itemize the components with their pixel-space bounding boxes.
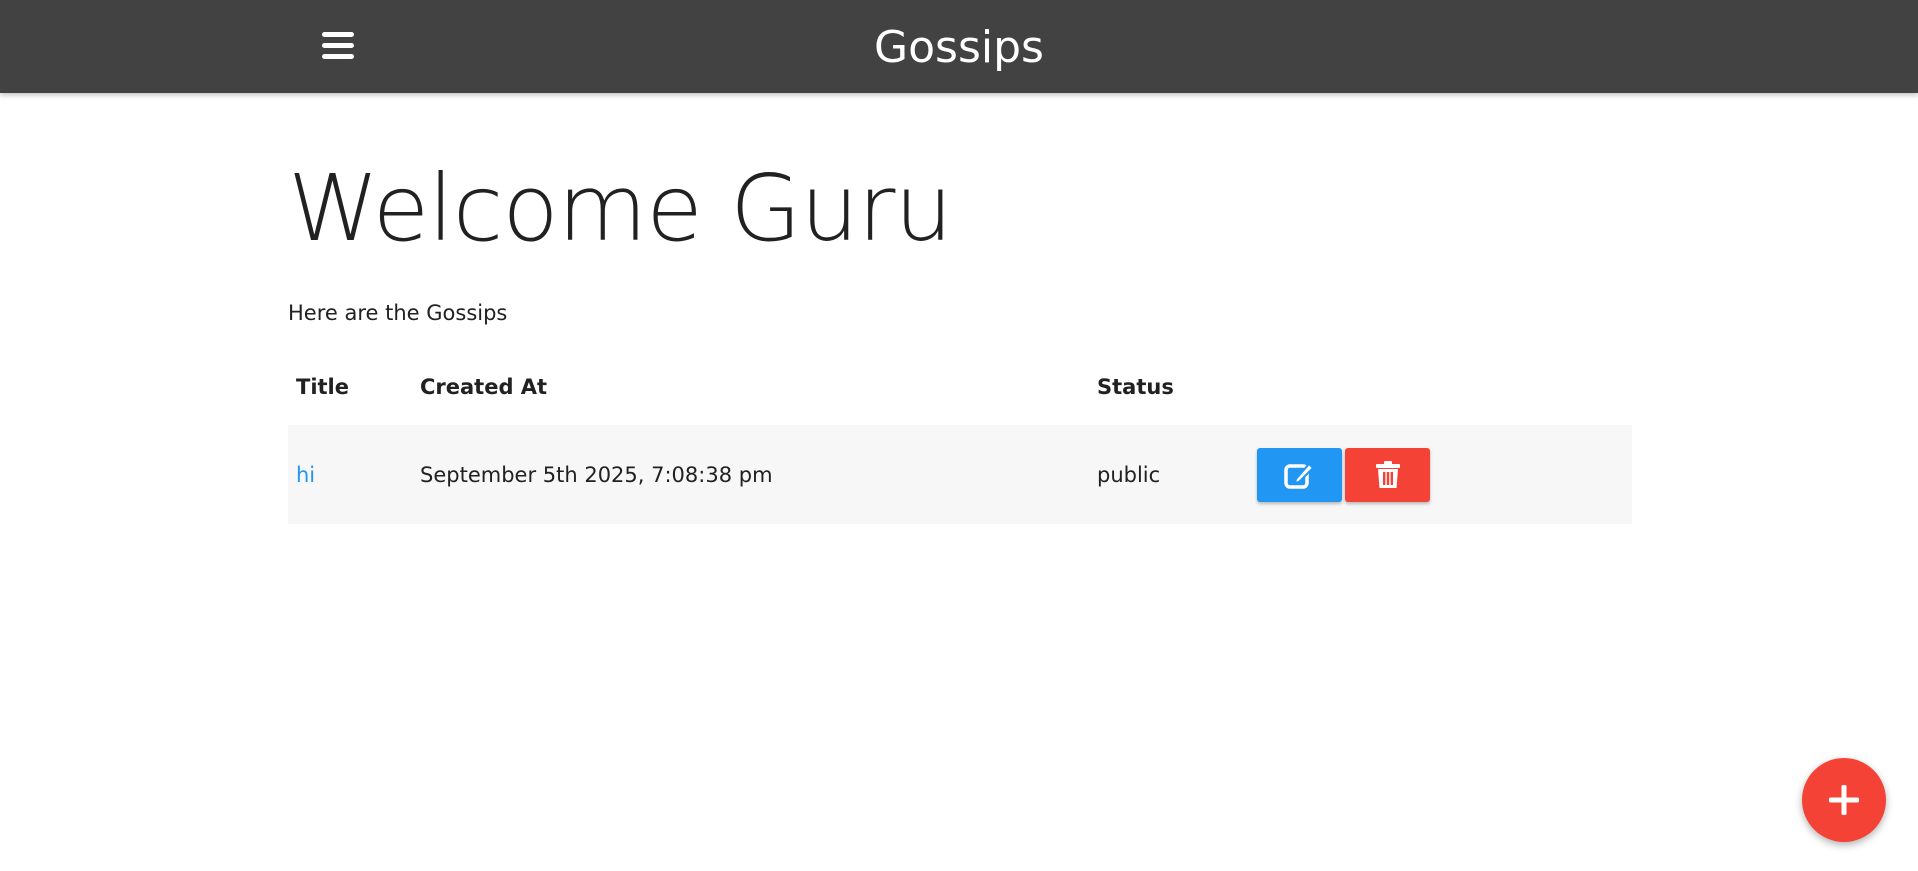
edit-icon: [1283, 462, 1314, 489]
delete-button[interactable]: [1345, 447, 1430, 502]
add-gossip-button[interactable]: [1802, 758, 1886, 842]
cell-status: public: [1089, 425, 1249, 524]
table-header-row: Title Created At Status: [288, 349, 1632, 425]
brand-title[interactable]: Gossips: [874, 22, 1044, 73]
cell-actions: [1249, 425, 1632, 524]
edit-button[interactable]: [1257, 447, 1342, 502]
page-subtitle: Here are the Gossips: [288, 301, 508, 325]
table-body: hi September 5th 2025, 7:08:38 pm public: [288, 425, 1632, 524]
trash-icon: [1375, 460, 1400, 488]
hamburger-menu-icon[interactable]: [318, 27, 358, 67]
gossip-title-link[interactable]: hi: [296, 463, 315, 487]
cell-created-at: September 5th 2025, 7:08:38 pm: [412, 425, 1089, 524]
page-title: Welcome Guru: [288, 155, 953, 262]
plus-icon: [1829, 785, 1859, 815]
gossips-table: Title Created At Status hi September 5th…: [288, 349, 1632, 524]
column-header-title: Title: [296, 375, 350, 399]
column-header-status: Status: [1097, 375, 1174, 399]
column-header-actions: [1249, 349, 1632, 425]
table-header: Title Created At Status: [288, 349, 1632, 425]
column-header-created-at: Created At: [420, 375, 548, 399]
cell-title: hi: [288, 425, 412, 524]
top-navbar: Gossips: [0, 0, 1918, 93]
brand-logo: Gossips: [0, 0, 1918, 93]
table-row: hi September 5th 2025, 7:08:38 pm public: [288, 425, 1632, 524]
